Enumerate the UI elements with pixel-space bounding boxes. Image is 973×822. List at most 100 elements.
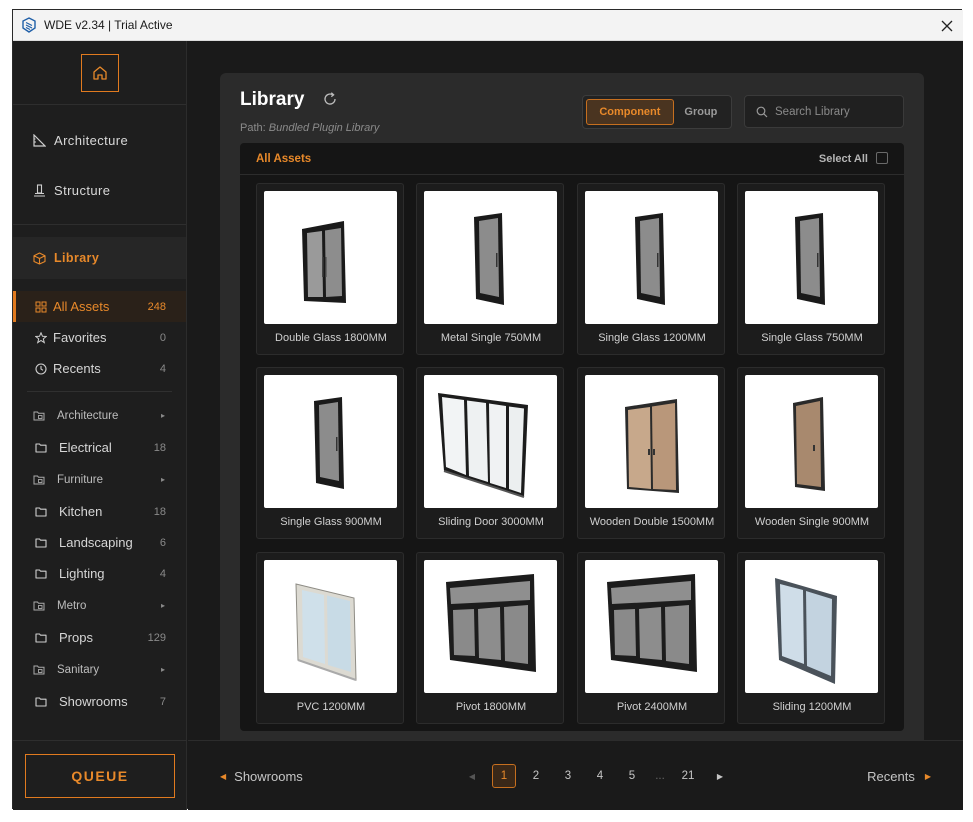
home-icon [92,65,107,80]
asset-card[interactable]: Double Glass 1800MM [256,183,404,355]
sidebar-item-kitchen[interactable]: Kitchen 18 [13,496,186,527]
asset-card[interactable]: Wooden Single 900MM [737,367,885,539]
grid-header: All Assets Select All [240,143,904,175]
next-category-link[interactable]: Recents ▶ [867,769,931,784]
asset-thumbnail [745,375,878,508]
sidebar-item-label: Favorites [53,330,107,345]
divider [27,391,172,392]
search-box [744,95,904,128]
nav-item-structure[interactable]: Structure [13,165,186,215]
nav-item-architecture[interactable]: Architecture [13,115,186,165]
page-button[interactable]: 1 [492,764,516,788]
nav-item-label: Architecture [54,132,129,148]
sidebar-item-showrooms[interactable]: Showrooms 7 [13,686,186,717]
page-button[interactable]: 2 [520,770,552,782]
asset-label: Single Glass 750MM [761,332,863,344]
item-count: 4 [159,567,166,580]
main-nav: Architecture Structure [13,105,186,225]
sidebar-item-lighting[interactable]: Lighting 4 [13,558,186,589]
asset-card[interactable]: Metal Single 750MM [416,183,564,355]
sidebar-item-favorites[interactable]: Favorites 0 [13,322,186,353]
sidebar-item-metro[interactable]: Metro ▸ [13,589,186,622]
asset-thumbnail [585,375,718,508]
asset-thumbnail [745,560,878,693]
asset-card[interactable]: Wooden Double 1500MM [577,367,725,539]
asset-card[interactable]: Pivot 2400MM [577,552,725,724]
page-button[interactable]: 21 [672,770,704,782]
sidebar-item-sanitary[interactable]: Sanitary ▸ [13,653,186,686]
sidebar-item-label: Furniture [57,473,104,486]
sidebar-item-label: Lighting [59,566,105,581]
item-count: 7 [159,695,166,708]
page-button[interactable]: 4 [584,770,616,782]
arrow-right-icon: ▶ [924,772,931,781]
prev-category-link[interactable]: ◀ Showrooms [220,769,303,784]
asset-card[interactable]: Single Glass 750MM [737,183,885,355]
sidebar-item-architecture[interactable]: Architecture ▸ [13,399,186,432]
folder-group-icon [33,474,51,485]
category-list: Architecture ▸ Electrical 18 Furniture ▸ Kitch… [13,399,186,717]
nav-item-library[interactable]: Library [13,237,186,279]
folder-icon [35,442,53,453]
sidebar-item-label: Landscaping [59,535,133,550]
asset-thumbnail [264,375,397,508]
view-toggle: Component Group [582,95,732,129]
prev-page-icon[interactable]: ◀ [456,772,488,781]
page-button[interactable]: 5 [616,770,648,782]
refresh-icon[interactable] [322,91,338,107]
expand-arrow-icon[interactable]: ▸ [161,475,165,484]
sidebar-item-all-assets[interactable]: All Assets 248 [13,291,186,322]
asset-label: Single Glass 900MM [280,516,382,528]
asset-label: Wooden Single 900MM [754,516,870,528]
expand-arrow-icon[interactable]: ▸ [161,601,165,610]
next-category-label: Recents [867,769,915,784]
sidebar-item-label: Metro [57,599,87,612]
folder-icon [35,568,53,579]
item-count: 18 [153,505,166,518]
sidebar-item-label: Electrical [59,440,112,455]
search-input[interactable] [775,105,895,118]
folder-icon [35,537,53,548]
expand-arrow-icon[interactable]: ▸ [161,665,165,674]
asset-card[interactable]: Single Glass 900MM [256,367,404,539]
asset-thumbnail [424,191,557,324]
asset-label: Single Glass 1200MM [598,332,706,344]
item-count: 0 [159,331,166,344]
expand-arrow-icon[interactable]: ▸ [161,411,165,420]
select-all-label: Select All [818,153,868,165]
select-all-checkbox[interactable] [876,152,888,164]
asset-card[interactable]: Single Glass 1200MM [577,183,725,355]
sidebar-item-label: Recents [53,361,101,376]
asset-thumbnail [424,375,557,508]
asset-card[interactable]: Pivot 1800MM [416,552,564,724]
asset-card[interactable]: Sliding Door 3000MM [416,367,564,539]
asset-card[interactable]: Sliding 1200MM [737,552,885,724]
pagination: ◀ 1 2 3 4 5 ... 21 ▶ [456,763,736,789]
close-icon[interactable] [937,16,957,36]
asset-thumbnail [585,560,718,693]
page-ellipsis: ... [655,770,665,782]
sidebar-item-furniture[interactable]: Furniture ▸ [13,463,186,496]
sidebar: Architecture Structure Library All Asset… [13,41,187,810]
page-title: Library [240,89,305,110]
item-count: 18 [153,441,166,454]
item-count: 6 [159,536,166,549]
next-page-icon[interactable]: ▶ [704,772,736,781]
toggle-group[interactable]: Group [674,99,728,125]
asset-label: PVC 1200MM [296,701,366,713]
sidebar-item-recents[interactable]: Recents 4 [13,353,186,384]
home-button[interactable] [80,53,119,92]
asset-thumbnail [585,191,718,324]
toggle-component[interactable]: Component [586,99,674,125]
asset-card[interactable]: PVC 1200MM [256,552,404,724]
sidebar-item-label: Sanitary [57,663,100,676]
page-button[interactable]: 3 [552,770,584,782]
library-panel: Library Path: Bundled Plugin Library Com… [220,73,924,753]
arrow-left-icon: ◀ [220,772,227,781]
folder-group-icon [33,410,51,421]
sidebar-item-props[interactable]: Props 129 [13,622,186,653]
sidebar-item-electrical[interactable]: Electrical 18 [13,432,186,463]
queue-button[interactable]: QUEUE [25,753,175,798]
window-title: WDE v2.34 | Trial Active [44,18,173,32]
sidebar-item-landscaping[interactable]: Landscaping 6 [13,527,186,558]
